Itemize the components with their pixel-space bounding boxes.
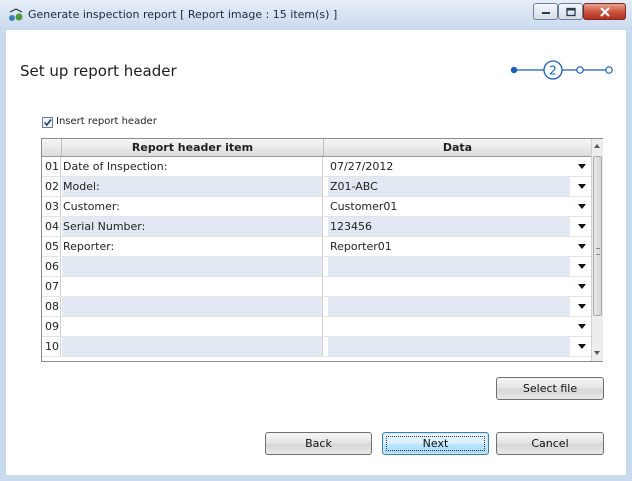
data-value[interactable]: Customer01: [328, 197, 570, 216]
grid-header: Report header item Data: [42, 139, 591, 157]
report-header-grid: Report header item Data 01 Date of Inspec…: [41, 138, 603, 362]
step-4-dot: [605, 66, 613, 74]
data-dropdown[interactable]: [326, 317, 590, 336]
close-icon: [599, 6, 610, 17]
row-number: 05: [42, 237, 61, 256]
step-3-dot: [576, 66, 584, 74]
minimize-button[interactable]: [533, 3, 558, 20]
data-dropdown[interactable]: [326, 297, 590, 316]
header-item-cell[interactable]: [62, 337, 323, 356]
next-button-label: Next: [422, 437, 449, 450]
app-icon: [9, 8, 23, 21]
dropdown-arrow-icon[interactable]: [578, 244, 586, 249]
row-number: 01: [42, 157, 61, 176]
data-value[interactable]: 07/27/2012: [328, 157, 570, 176]
header-item-cell[interactable]: [62, 257, 323, 276]
data-dropdown[interactable]: 123456: [326, 217, 590, 236]
header-item-cell[interactable]: [62, 277, 323, 296]
table-row[interactable]: 04 Serial Number: 123456: [42, 217, 591, 237]
header-item-cell[interactable]: Date of Inspection:: [62, 157, 323, 176]
data-dropdown[interactable]: [326, 257, 590, 276]
dropdown-arrow-icon[interactable]: [578, 324, 586, 329]
data-dropdown[interactable]: Z01-ABC: [326, 177, 590, 196]
header-item-cell[interactable]: [62, 317, 323, 336]
table-row[interactable]: 02 Model: Z01-ABC: [42, 177, 591, 197]
data-dropdown[interactable]: [326, 277, 590, 296]
close-button[interactable]: [583, 3, 626, 20]
cancel-button[interactable]: Cancel: [496, 432, 604, 455]
row-number: 04: [42, 217, 61, 236]
dropdown-arrow-icon[interactable]: [578, 284, 586, 289]
header-item-cell[interactable]: [62, 297, 323, 316]
page-heading: Set up report header: [20, 62, 177, 80]
data-value[interactable]: Z01-ABC: [328, 177, 570, 196]
row-number: 10: [42, 337, 61, 356]
dropdown-arrow-icon[interactable]: [578, 184, 586, 189]
maximize-icon: [565, 7, 576, 16]
data-value[interactable]: Reporter01: [328, 237, 570, 256]
table-row[interactable]: 05 Reporter: Reporter01: [42, 237, 591, 257]
title-bar: Generate inspection report [ Report imag…: [0, 0, 632, 31]
insert-header-checkbox[interactable]: [42, 117, 53, 128]
back-button[interactable]: Back: [265, 432, 372, 455]
row-number: 03: [42, 197, 61, 216]
row-number: 02: [42, 177, 61, 196]
data-dropdown[interactable]: [326, 337, 590, 356]
data-value[interactable]: [328, 257, 570, 276]
data-value[interactable]: [328, 277, 570, 296]
scroll-down-icon[interactable]: [594, 351, 600, 355]
data-dropdown[interactable]: Customer01: [326, 197, 590, 216]
header-item-cell[interactable]: Serial Number:: [62, 217, 323, 236]
next-button[interactable]: Next: [382, 432, 489, 455]
dropdown-arrow-icon[interactable]: [578, 304, 586, 309]
data-value[interactable]: [328, 297, 570, 316]
table-row[interactable]: 06: [42, 257, 591, 277]
minimize-icon: [541, 11, 550, 14]
header-item-cell[interactable]: Customer:: [62, 197, 323, 216]
header-item-cell[interactable]: Model:: [62, 177, 323, 196]
data-dropdown[interactable]: 07/27/2012: [326, 157, 590, 176]
dropdown-arrow-icon[interactable]: [578, 224, 586, 229]
checkmark-icon: [43, 119, 52, 127]
table-row[interactable]: 09: [42, 317, 591, 337]
row-number: 09: [42, 317, 61, 336]
row-number: 06: [42, 257, 61, 276]
step-2-number: 2: [549, 64, 557, 78]
data-value[interactable]: [328, 317, 570, 336]
table-row[interactable]: 01 Date of Inspection: 07/27/2012: [42, 157, 591, 177]
table-row[interactable]: 03 Customer: Customer01: [42, 197, 591, 217]
dropdown-arrow-icon[interactable]: [578, 344, 586, 349]
maximize-button[interactable]: [558, 3, 583, 20]
column-header-item[interactable]: Report header item: [62, 139, 324, 156]
row-number-header: [42, 139, 62, 156]
dropdown-arrow-icon[interactable]: [578, 264, 586, 269]
vertical-scrollbar[interactable]: [591, 139, 603, 361]
table-row[interactable]: 08: [42, 297, 591, 317]
insert-header-label: Insert report header: [56, 116, 157, 127]
data-value[interactable]: 123456: [328, 217, 570, 236]
data-value[interactable]: [328, 337, 570, 356]
window-title: Generate inspection report [ Report imag…: [28, 8, 338, 21]
header-item-cell[interactable]: Reporter:: [62, 237, 323, 256]
dropdown-arrow-icon[interactable]: [578, 164, 586, 169]
scroll-thumb[interactable]: [593, 156, 602, 316]
step-indicator: 2: [510, 60, 613, 80]
scroll-up-icon[interactable]: [594, 144, 600, 148]
select-file-button[interactable]: Select file: [496, 377, 604, 400]
step-1-dot: [510, 66, 518, 74]
row-number: 07: [42, 277, 61, 296]
dropdown-arrow-icon[interactable]: [578, 204, 586, 209]
table-row[interactable]: 10: [42, 337, 591, 357]
table-row[interactable]: 07: [42, 277, 591, 297]
row-number: 08: [42, 297, 61, 316]
column-header-data[interactable]: Data: [324, 139, 591, 156]
grip-icon: [596, 248, 600, 255]
data-dropdown[interactable]: Reporter01: [326, 237, 590, 256]
